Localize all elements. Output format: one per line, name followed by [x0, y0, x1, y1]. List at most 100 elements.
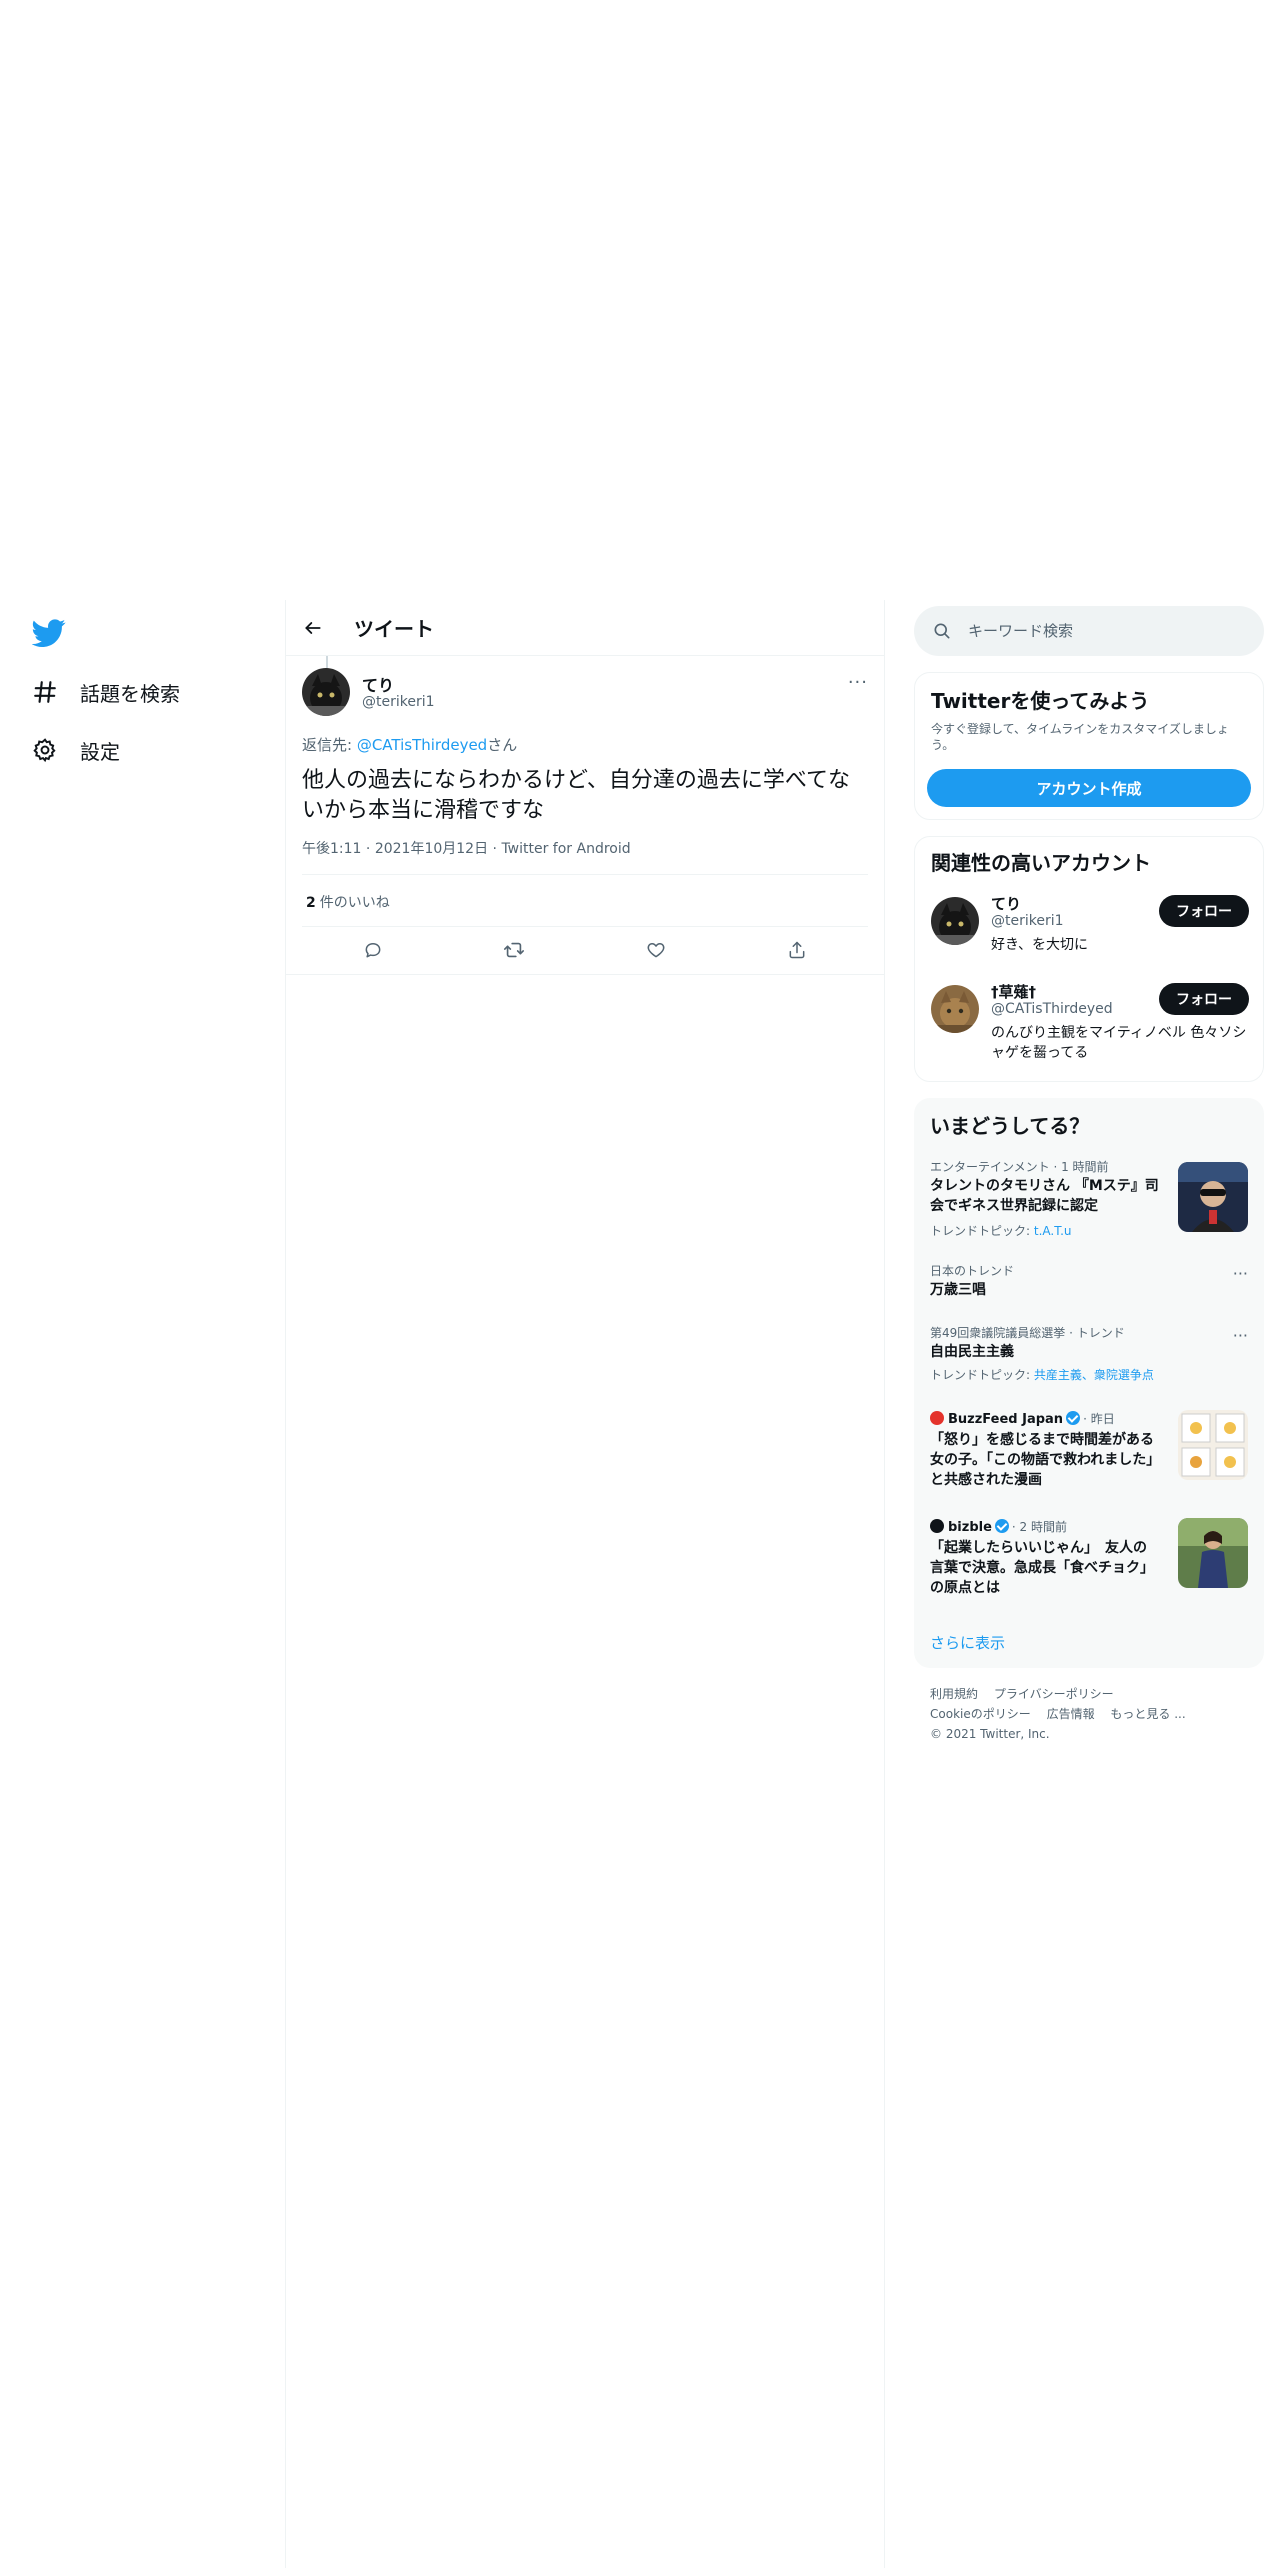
verified-badge-icon	[1066, 1411, 1081, 1425]
related-account-item[interactable]: てり @terikeri1 好き、を大切に フォロー	[915, 893, 1265, 963]
heart-icon[interactable]	[639, 933, 673, 967]
news-time: · 昨日	[1083, 1412, 1115, 1426]
related-accounts-title: 関連性の高いアカウント	[931, 851, 1151, 875]
share-icon[interactable]	[780, 933, 814, 967]
account-name[interactable]: てり	[991, 893, 1021, 914]
tweet-text: 他人の過去にならわかるけど、自分達の過去に学べてないから本当に滑稽ですな	[302, 768, 851, 823]
search-input[interactable]	[968, 622, 1248, 640]
news-source: bizble	[948, 1520, 992, 1535]
trend-title: タレントのタモリさん 『Mステ』司会でギネス世界記録に認定	[930, 1178, 1159, 1214]
nav-explore-label: 話題を検索	[80, 681, 180, 706]
news-source-line: BuzzFeed Japan · 昨日	[930, 1410, 1115, 1427]
footer-link-ads[interactable]: 広告情報	[1047, 1707, 1095, 1721]
signup-card: Twitterを使ってみよう 今すぐ登録して、タイムラインをカスタマイズしましょ…	[914, 672, 1264, 820]
nav-settings[interactable]: 設定	[32, 730, 120, 770]
account-avatar[interactable]	[931, 897, 979, 945]
meta-dot: ·	[365, 841, 371, 857]
tweet-source[interactable]: Twitter for Android	[501, 841, 630, 857]
hashtag-icon	[32, 679, 58, 705]
trend-topic-link[interactable]: t.A.T.u	[1034, 1224, 1072, 1238]
trend-category: エンターテインメント · 1 時間前	[930, 1160, 1109, 1174]
news-thumbnail	[1178, 1518, 1248, 1588]
news-source: BuzzFeed Japan	[948, 1412, 1064, 1427]
verified-badge-icon	[994, 1519, 1009, 1533]
reply-to-label: 返信先:	[302, 736, 357, 754]
news-item[interactable]: bizble · 2 時間前 「起業したらいいじゃん」 友人の言葉で決意。急成長「…	[914, 1518, 1264, 1604]
tweet-header: ツイート	[286, 600, 884, 656]
trend-topic-label: トレンドトピック:	[930, 1224, 1034, 1238]
divider	[286, 974, 884, 975]
follow-button[interactable]: フォロー	[1159, 895, 1249, 927]
likes-label: 件のいいね	[319, 895, 390, 911]
divider	[302, 926, 868, 927]
signup-card-title: Twitterを使ってみよう	[931, 689, 1150, 713]
news-time: · 2 時間前	[1011, 1520, 1068, 1534]
trends-title: いまどうしてる？	[930, 1114, 1090, 1138]
author-name[interactable]: てり	[362, 672, 394, 696]
trend-topic: トレンドトピック: 共産主義、衆院選争点	[930, 1366, 1154, 1383]
nav-settings-label: 設定	[80, 739, 120, 764]
meta-dot: ·	[492, 841, 497, 857]
trend-topic-label: トレンドトピック:	[930, 1368, 1034, 1382]
trend-item[interactable]: 日本のトレンド 万歳三唱 ···	[914, 1262, 1264, 1306]
signup-card-description: 今すぐ登録して、タイムラインをカスタマイズしましょう。	[931, 722, 1229, 752]
divider	[302, 874, 868, 875]
tweet-time[interactable]: 午後1:11	[302, 841, 361, 857]
trend-topic: トレンドトピック: t.A.T.u	[930, 1222, 1072, 1239]
reply-to-handle-link[interactable]: @CATisThirdeyed	[357, 736, 487, 754]
news-thumbnail	[1178, 1410, 1248, 1480]
related-accounts-card: 関連性の高いアカウント てり @terikeri1 好き、を大切に フォロー †…	[914, 836, 1264, 1082]
back-arrow-icon[interactable]	[296, 611, 330, 645]
account-name[interactable]: †草薙†	[991, 981, 1036, 1002]
author-handle[interactable]: @terikeri1	[362, 694, 435, 710]
more-options-icon[interactable]: ···	[1233, 1326, 1248, 1345]
more-options-icon[interactable]: ···	[848, 672, 868, 693]
reply-to-line: 返信先: @CATisThirdeyedさん	[302, 734, 517, 755]
copyright: © 2021 Twitter, Inc.	[930, 1727, 1050, 1741]
retweet-icon[interactable]	[497, 933, 531, 967]
likes-number: 2	[306, 895, 316, 911]
author-avatar[interactable]	[302, 668, 350, 716]
account-handle: @terikeri1	[991, 913, 1064, 929]
page-title: ツイート	[354, 617, 434, 641]
account-handle: @CATisThirdeyed	[991, 1001, 1113, 1017]
nav-explore[interactable]: 話題を検索	[32, 672, 180, 712]
more-options-icon[interactable]: ···	[1233, 1264, 1248, 1283]
column-divider-left	[285, 600, 286, 2568]
account-bio: 好き、を大切に	[991, 937, 1089, 953]
likes-count[interactable]: 2 件のいいね	[306, 892, 390, 912]
trend-category: 日本のトレンド	[930, 1264, 1015, 1278]
tweet-date[interactable]: 2021年10月12日	[375, 841, 488, 857]
search-icon	[932, 621, 952, 641]
trend-title: 万歳三唱	[930, 1282, 986, 1298]
bizble-logo-icon	[930, 1519, 944, 1533]
show-more-link[interactable]: さらに表示	[930, 1632, 1005, 1653]
trend-title: 自由民主主義	[930, 1344, 1014, 1360]
trend-thumbnail	[1178, 1162, 1248, 1232]
tweet-meta: 午後1:11 · 2021年10月12日 · Twitter for Andro…	[302, 838, 631, 858]
create-account-button[interactable]: アカウント作成	[927, 769, 1251, 807]
footer-link-terms[interactable]: 利用規約	[930, 1687, 978, 1701]
follow-button[interactable]: フォロー	[1159, 983, 1249, 1015]
trends-panel: いまどうしてる？ エンターテインメント · 1 時間前 タレントのタモリさん 『…	[914, 1098, 1264, 1668]
buzzfeed-logo-icon	[930, 1411, 944, 1425]
news-title: 「起業したらいいじゃん」 友人の言葉で決意。急成長「食べチョク」の原点とは	[930, 1540, 1154, 1596]
footer-link-cookie[interactable]: Cookieのポリシー	[930, 1707, 1031, 1721]
news-source-line: bizble · 2 時間前	[930, 1518, 1067, 1535]
trend-item[interactable]: エンターテインメント · 1 時間前 タレントのタモリさん 『Mステ』司会でギネ…	[914, 1158, 1264, 1248]
footer-link-privacy[interactable]: プライバシーポリシー	[994, 1687, 1114, 1701]
twitter-bird-icon[interactable]	[32, 616, 66, 650]
reply-to-suffix: さん	[487, 736, 518, 754]
trend-category: 第49回衆議院議員総選挙 · トレンド	[930, 1326, 1125, 1340]
news-item[interactable]: BuzzFeed Japan · 昨日 「怒り」を感じるまで時間差がある女の子。「…	[914, 1410, 1264, 1496]
news-title: 「怒り」を感じるまで時間差がある女の子。「この物語で救われました」と共感された漫…	[930, 1432, 1154, 1488]
footer-link-more[interactable]: もっと見る ...	[1110, 1707, 1185, 1721]
reply-icon[interactable]	[356, 933, 390, 967]
search-bar[interactable]	[914, 606, 1264, 656]
account-avatar[interactable]	[931, 985, 979, 1033]
related-account-item[interactable]: †草薙† @CATisThirdeyed のんびり主観をマイティノベル 色々ソシ…	[915, 981, 1265, 1071]
trend-topic-link[interactable]: 共産主義、衆院選争点	[1034, 1368, 1154, 1382]
gear-icon	[32, 737, 58, 763]
account-bio: のんびり主観をマイティノベル 色々ソシャゲを齧ってる	[991, 1025, 1247, 1061]
trend-item[interactable]: 第49回衆議院議員総選挙 · トレンド 自由民主主義 トレンドトピック: 共産主…	[914, 1324, 1264, 1384]
